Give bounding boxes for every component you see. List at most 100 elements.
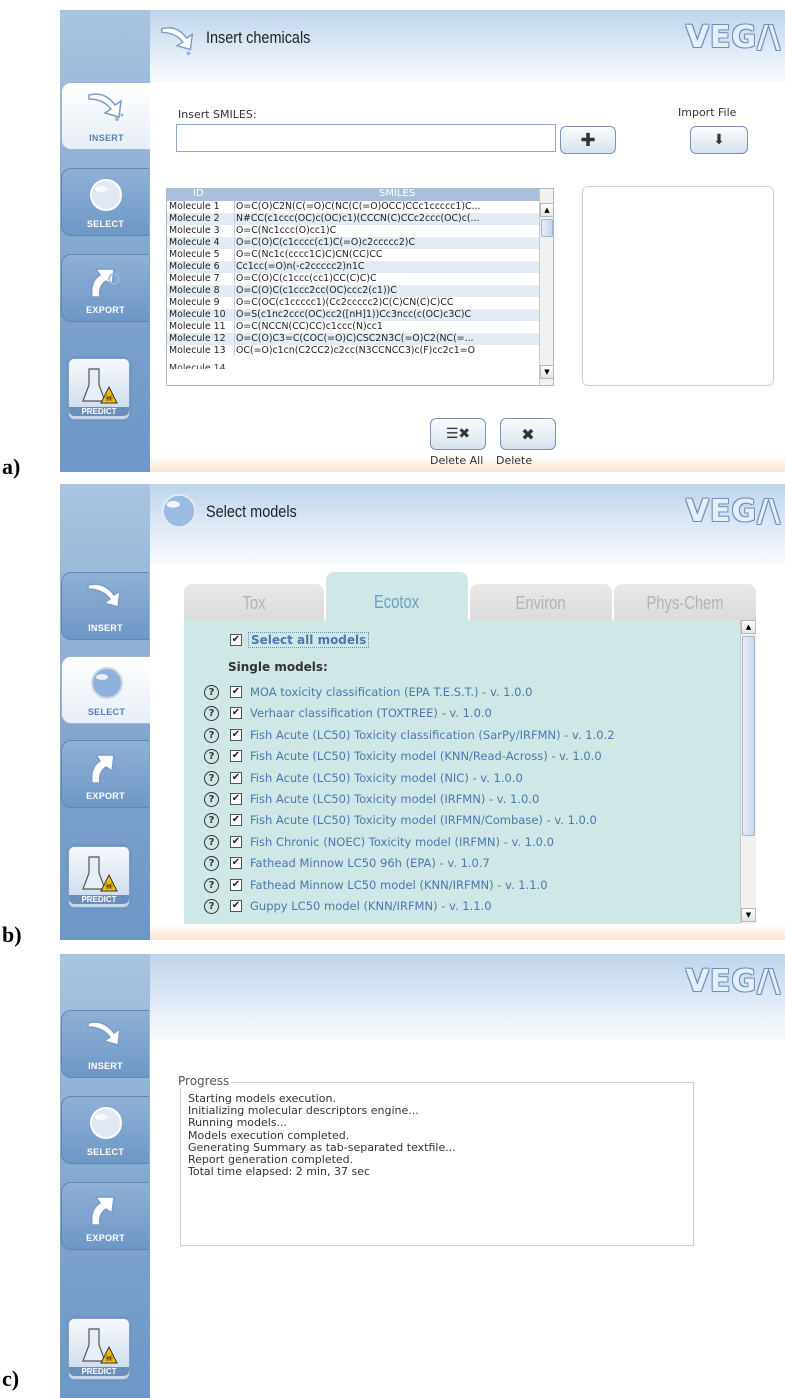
delete-label: Delete bbox=[496, 454, 533, 467]
tab-ecotox[interactable]: Ecotox bbox=[326, 572, 468, 622]
model-checkbox[interactable]: ✔ bbox=[230, 878, 242, 891]
model-checkbox[interactable]: ✔ bbox=[230, 728, 242, 741]
select-all-checkbox[interactable]: ✔ bbox=[230, 634, 242, 646]
scroll-up-arrow-icon[interactable]: ▲ bbox=[741, 620, 756, 634]
help-icon[interactable]: ? bbox=[204, 685, 219, 700]
table-row[interactable]: Molecule 12 O=C(O)C3=C(COC(=O)C)CSC2N3C(=… bbox=[167, 333, 539, 345]
model-checkbox[interactable]: ✔ bbox=[230, 835, 242, 848]
download-arrow-icon: ⬇ bbox=[713, 132, 725, 148]
predict-flask-icon: ☠ bbox=[82, 368, 118, 404]
predict-label: PREDICT bbox=[69, 407, 129, 416]
model-item[interactable]: ? ✔ MOA toxicity classification (EPA T.E.S… bbox=[184, 684, 740, 704]
nav-insert-button[interactable]: INSERT bbox=[61, 1010, 149, 1078]
table-row-partial[interactable]: Molecule 14 bbox=[167, 357, 539, 369]
export-arrow-icon bbox=[90, 268, 120, 298]
nav-export-button[interactable]: EXPORT bbox=[61, 254, 149, 322]
predict-button[interactable]: ☠ PREDICT bbox=[68, 846, 130, 908]
model-label: Fish Acute (LC50) Toxicity model (IRFMN)… bbox=[250, 792, 540, 806]
select-globe-icon bbox=[89, 179, 122, 211]
table-row[interactable]: Molecule 1 O=C(O)C2N(C(=O)C(NC(C(=O)OCC)C… bbox=[167, 201, 539, 213]
model-label: Fish Chronic (NOEC) Toxicity model (IRFM… bbox=[250, 834, 554, 849]
model-item[interactable]: ? ✔ Verhaar classification (TOXTREE) - v. … bbox=[184, 705, 740, 725]
nav-export-button[interactable]: EXPORT bbox=[61, 1182, 149, 1250]
help-icon[interactable]: ? bbox=[204, 899, 219, 914]
nav-insert-button[interactable]: INSERT bbox=[61, 572, 149, 640]
table-row[interactable]: Molecule 11 O=C(NCCN(CC)CC)c1ccc(N)cc1 bbox=[167, 321, 539, 333]
scroll-down-arrow-icon[interactable]: ▼ bbox=[741, 908, 756, 922]
model-item[interactable]: ? ✔ Fish Acute (LC50) Toxicity model (KNN/… bbox=[184, 748, 740, 768]
model-item[interactable]: ? ✔ Fish Acute (LC50) Toxicity classificat… bbox=[184, 727, 740, 747]
table-row[interactable]: Molecule 6 Cc1cc(=O)n(-c2ccccc2)n1C bbox=[167, 261, 539, 273]
nav-select-button[interactable]: SELECT bbox=[61, 656, 151, 724]
molecule-id: Molecule 6 bbox=[169, 261, 220, 272]
table-row[interactable]: Molecule 2 N#CC(c1ccc(OC)c(OC)c1)(CCCN(C)… bbox=[167, 213, 539, 225]
predict-button[interactable]: ☠ PREDICT bbox=[68, 1318, 130, 1380]
model-checkbox[interactable]: ✔ bbox=[230, 857, 242, 870]
models-scrollbar[interactable]: ▲ ▼ bbox=[740, 620, 756, 924]
table-row[interactable]: Molecule 13 OC(=O)c1cn(C2CC2)c2cc(N3CCNCC… bbox=[167, 345, 539, 357]
model-label: Fish Acute (LC50) Toxicity model (KNN/Re… bbox=[250, 749, 602, 764]
select-globe-icon bbox=[90, 667, 123, 699]
model-item[interactable]: ? ✔ Fish Acute (LC50) Toxicity model (NIC)… bbox=[184, 770, 740, 790]
nav-insert-button[interactable]: INSERT bbox=[61, 82, 151, 150]
model-item[interactable]: ? ✔ Fathead Minnow LC50 96h (EPA) - v. 1.0… bbox=[184, 855, 740, 875]
help-icon[interactable]: ? bbox=[204, 770, 219, 786]
model-checkbox[interactable]: ✔ bbox=[230, 900, 242, 912]
progress-line: Generating Summary as tab-separated text… bbox=[188, 1140, 456, 1154]
model-checkbox[interactable]: ✔ bbox=[230, 771, 242, 784]
tab-environ[interactable]: Environ bbox=[470, 584, 612, 622]
help-icon[interactable]: ? bbox=[204, 877, 219, 893]
vega-logo: VEG/\ bbox=[685, 494, 781, 529]
tab-tox[interactable]: Tox bbox=[184, 584, 324, 622]
add-smiles-button[interactable]: ✚ bbox=[560, 126, 616, 154]
table-row[interactable]: Molecule 9 O=C(OC(c1ccccc1)(Cc2ccccc2)C(C… bbox=[167, 297, 539, 309]
table-header: ID SMILES bbox=[167, 189, 539, 201]
progress-line: Report generation completed. bbox=[188, 1153, 354, 1166]
help-icon[interactable]: ? bbox=[204, 706, 219, 722]
smiles-input[interactable] bbox=[176, 124, 556, 152]
import-file-button[interactable]: ⬇ bbox=[690, 126, 748, 154]
help-icon[interactable]: ? bbox=[204, 749, 219, 765]
delete-button[interactable]: ✖ bbox=[500, 418, 556, 450]
table-scrollbar[interactable]: ▲ ▼ bbox=[539, 189, 553, 385]
table-row[interactable]: Molecule 7 O=C(O)C(c1ccc(cc1)CC(C)C)C bbox=[167, 273, 539, 285]
model-checkbox[interactable]: ✔ bbox=[230, 814, 242, 827]
model-checkbox[interactable]: ✔ bbox=[230, 707, 242, 720]
scroll-thumb[interactable] bbox=[541, 219, 553, 237]
tab-phys-chem[interactable]: Phys-Chem bbox=[614, 584, 756, 622]
progress-line: Total time elapsed: 2 min, 37 sec bbox=[188, 1165, 371, 1179]
model-checkbox[interactable]: ✔ bbox=[230, 750, 242, 763]
scroll-down-arrow-icon[interactable]: ▼ bbox=[540, 365, 553, 379]
scroll-thumb[interactable] bbox=[742, 636, 755, 836]
table-row[interactable]: Molecule 10 O=S(c1nc2ccc(OC)cc2([nH]1))Cc… bbox=[167, 309, 539, 321]
panel-b-select-screen: INSERT SELECT EXPORT ☠ PREDICT Select mo… bbox=[60, 484, 785, 940]
select-all-label[interactable]: Select all models bbox=[248, 632, 370, 648]
model-item[interactable]: ? ✔ Fish Chronic (NOEC) Toxicity model (IR… bbox=[184, 834, 740, 854]
bottom-band bbox=[150, 924, 785, 940]
nav-select-button[interactable]: SELECT bbox=[61, 1096, 149, 1164]
help-icon[interactable]: ? bbox=[204, 727, 219, 743]
table-row[interactable]: Molecule 4 O=C(O)C(c1cccc(c1)C(=O)c2ccccc… bbox=[167, 237, 539, 249]
molecule-id: Molecule 10 bbox=[169, 309, 226, 320]
molecule-smiles: O=C(OC(c1ccccc1)(Cc2ccccc2)C(C)CN(C)C)CC bbox=[234, 297, 540, 308]
predict-button[interactable]: ☠ PREDICT bbox=[68, 358, 130, 420]
help-icon[interactable]: ? bbox=[204, 856, 219, 872]
model-checkbox[interactable]: ✔ bbox=[230, 793, 242, 805]
help-icon[interactable]: ? bbox=[204, 834, 219, 850]
nav-select-button[interactable]: SELECT bbox=[61, 168, 149, 236]
model-checkbox[interactable]: ✔ bbox=[230, 686, 242, 698]
model-item[interactable]: ? ✔ Fish Acute (LC50) Toxicity model (IRFM… bbox=[184, 791, 740, 811]
panel-c-progress-screen: INSERT SELECT EXPORT ☠ PREDICT VEG/\ Pro… bbox=[60, 954, 785, 1398]
table-row[interactable]: Molecule 8 O=C(O)C(c1ccc2cc(OC)ccc2(c1))C bbox=[167, 285, 539, 297]
table-row[interactable]: Molecule 5 O=C(Nc1c(cccc1C)C)CN(CC)CC bbox=[167, 249, 539, 261]
model-item[interactable]: ? ✔ Guppy LC50 model (KNN/IRFMN) - v. 1.1.… bbox=[184, 898, 740, 918]
table-row[interactable]: Molecule 3 O=C(Nc1ccc(O)cc1)C bbox=[167, 225, 539, 237]
model-item[interactable]: ? ✔ Fish Acute (LC50) Toxicity model (IRFM… bbox=[184, 812, 740, 832]
nav-export-button[interactable]: EXPORT bbox=[61, 740, 149, 808]
delete-all-button[interactable]: ☰✖ bbox=[430, 418, 486, 450]
model-item[interactable]: ? ✔ Fathead Minnow LC50 model (KNN/IRFMN) … bbox=[184, 877, 740, 897]
help-icon[interactable]: ? bbox=[204, 792, 219, 807]
help-icon[interactable]: ? bbox=[204, 813, 219, 829]
vega-logo: VEG/\ bbox=[685, 964, 781, 999]
scroll-up-arrow-icon[interactable]: ▲ bbox=[540, 203, 553, 217]
